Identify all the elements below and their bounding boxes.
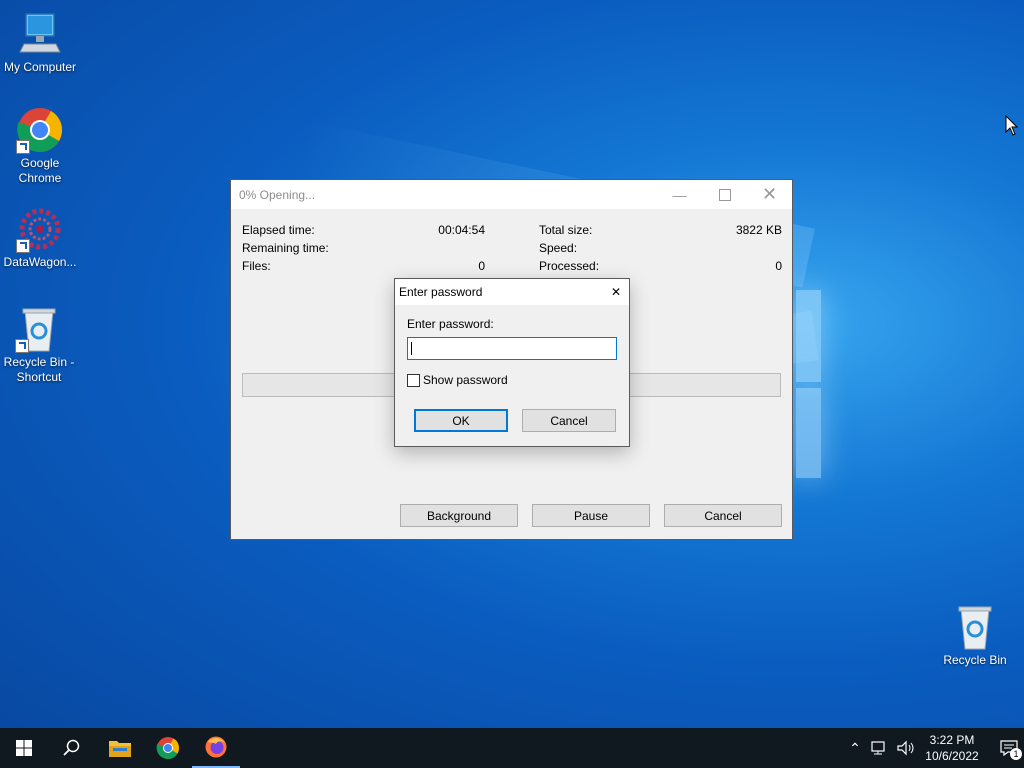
datawagon-icon bbox=[16, 205, 64, 253]
start-button[interactable] bbox=[0, 728, 48, 768]
desktop-icon-datawagon[interactable]: DataWagon... bbox=[0, 205, 80, 270]
maximize-button[interactable] bbox=[702, 180, 747, 209]
close-button[interactable]: ✕ bbox=[747, 180, 792, 209]
maximize-icon bbox=[718, 188, 731, 201]
desktop-icon-my-computer[interactable]: My Computer bbox=[0, 10, 80, 75]
desktop-icon-recycle-bin[interactable]: Recycle Bin bbox=[935, 603, 1015, 668]
taskbar: ⌃ 3:22 PM 10/6/2022 1 bbox=[0, 728, 1024, 768]
firefox-icon bbox=[205, 736, 227, 758]
system-tray: ⌃ 3:22 PM 10/6/2022 1 bbox=[844, 728, 1024, 768]
speed-label: Speed: bbox=[539, 241, 578, 255]
ok-button[interactable]: OK bbox=[414, 409, 508, 432]
window-title-bar[interactable]: 0% Opening... — ✕ bbox=[231, 180, 792, 209]
windows-logo-pane bbox=[796, 388, 821, 478]
dialog-title-bar[interactable]: Enter password ✕ bbox=[395, 279, 629, 305]
clock-time: 3:22 PM bbox=[929, 733, 975, 747]
recycle-bin-icon bbox=[951, 603, 999, 651]
elapsed-time-value: 00:04:54 bbox=[438, 223, 485, 237]
chrome-icon bbox=[16, 106, 64, 154]
files-label: Files: bbox=[242, 259, 271, 273]
taskbar-chrome[interactable] bbox=[144, 728, 192, 768]
minimize-button[interactable]: — bbox=[657, 180, 702, 209]
desktop-icon-label: DataWagon... bbox=[3, 255, 77, 269]
desktop-icon-label: My Computer bbox=[3, 60, 77, 74]
desktop-icon-label: Recycle Bin bbox=[943, 653, 1007, 667]
clock[interactable]: 3:22 PM 10/6/2022 bbox=[922, 732, 982, 764]
folder-icon bbox=[109, 741, 131, 757]
show-password-label[interactable]: Show password bbox=[423, 373, 508, 387]
shortcut-arrow-icon bbox=[15, 339, 29, 353]
volume-icon[interactable] bbox=[896, 740, 918, 756]
recycle-bin-icon bbox=[15, 305, 63, 353]
mouse-cursor-icon bbox=[1005, 115, 1019, 136]
window-title: 0% Opening... bbox=[239, 187, 316, 202]
dialog-title: Enter password bbox=[399, 285, 483, 299]
total-size-label: Total size: bbox=[539, 223, 593, 237]
pause-button[interactable]: Pause bbox=[532, 504, 650, 527]
minimize-icon: — bbox=[672, 186, 687, 203]
clock-date: 10/6/2022 bbox=[925, 749, 979, 763]
desktop-icon-google-chrome[interactable]: Google Chrome bbox=[0, 106, 80, 186]
dialog-cancel-button[interactable]: Cancel bbox=[522, 409, 616, 432]
total-size-value: 3822 KB bbox=[735, 223, 782, 237]
shortcut-arrow-icon bbox=[16, 140, 30, 154]
desktop-icon-label: Google Chrome bbox=[18, 156, 62, 185]
dialog-close-button[interactable]: ✕ bbox=[599, 283, 629, 301]
notification-count-badge: 1 bbox=[1010, 748, 1022, 760]
show-password-checkbox[interactable] bbox=[407, 374, 420, 387]
search-icon bbox=[63, 739, 80, 756]
notifications-button[interactable]: 1 bbox=[994, 728, 1024, 768]
background-button[interactable]: Background bbox=[400, 504, 518, 527]
search-button[interactable] bbox=[48, 728, 96, 768]
files-value: 0 bbox=[478, 259, 485, 273]
password-dialog: Enter password ✕ Enter password: Show pa… bbox=[394, 278, 630, 447]
network-icon[interactable] bbox=[868, 740, 890, 756]
processed-value: 0 bbox=[775, 259, 782, 273]
processed-label: Processed: bbox=[539, 259, 600, 273]
password-prompt: Enter password: bbox=[407, 317, 494, 331]
windows-icon bbox=[16, 740, 32, 756]
desktop-icon-recycle-bin-shortcut[interactable]: Recycle Bin - Shortcut bbox=[0, 305, 80, 385]
elapsed-time-label: Elapsed time: bbox=[242, 223, 315, 237]
computer-icon bbox=[16, 10, 64, 58]
remaining-time-label: Remaining time: bbox=[242, 241, 329, 255]
shortcut-arrow-icon bbox=[16, 239, 30, 253]
close-icon: ✕ bbox=[761, 184, 778, 204]
taskbar-firefox[interactable] bbox=[192, 728, 240, 768]
windows-logo-pane bbox=[796, 290, 821, 382]
close-icon: ✕ bbox=[610, 285, 622, 299]
password-input[interactable] bbox=[407, 337, 617, 360]
text-caret bbox=[411, 342, 412, 355]
desktop-icon-label: Recycle Bin - Shortcut bbox=[3, 355, 75, 384]
cancel-button[interactable]: Cancel bbox=[664, 504, 782, 527]
chrome-icon bbox=[156, 737, 179, 759]
chevron-up-icon[interactable]: ⌃ bbox=[844, 740, 866, 757]
taskbar-file-explorer[interactable] bbox=[96, 728, 144, 768]
